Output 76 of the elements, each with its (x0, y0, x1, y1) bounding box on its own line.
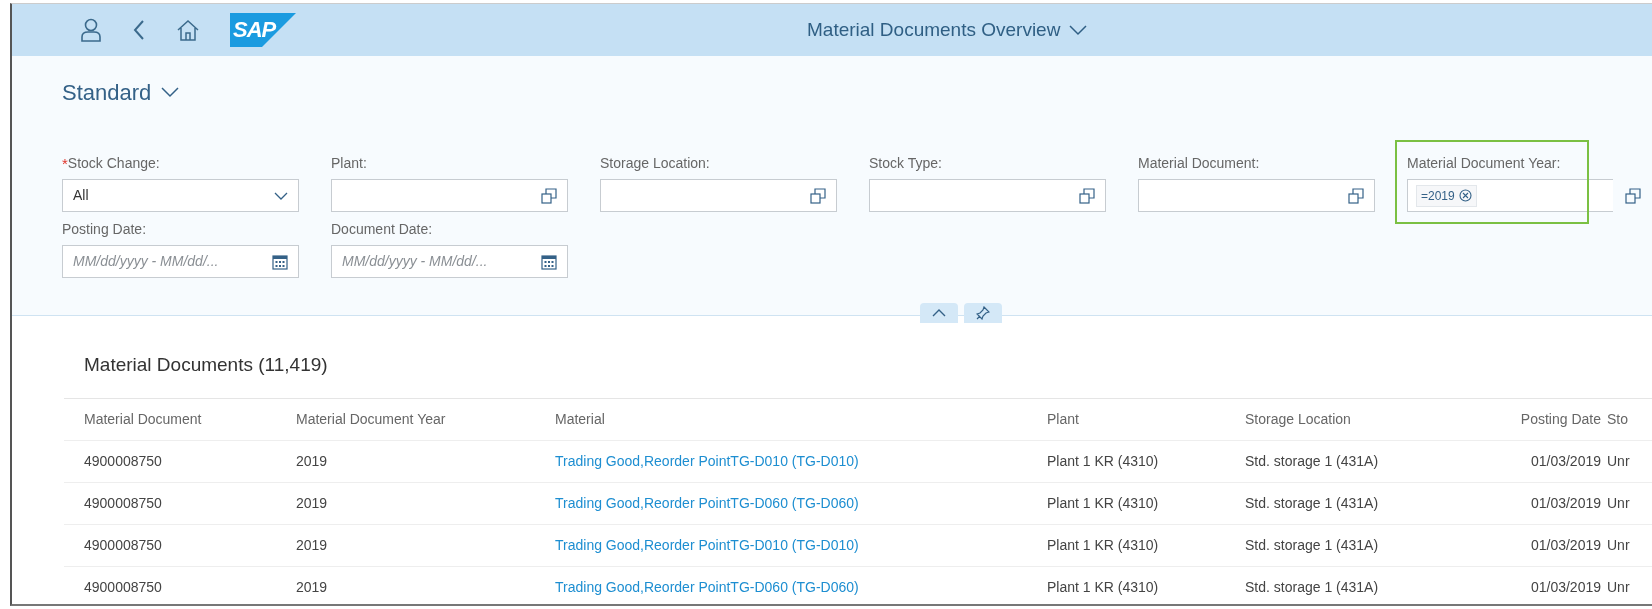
date-placeholder: MM/dd/yyyy - MM/dd/... (342, 252, 488, 271)
table-cell-text: 4900008750 (84, 536, 163, 555)
caret-icon[interactable] (274, 191, 288, 200)
home-icon[interactable] (176, 19, 200, 41)
table-cell-text: Unr (1607, 494, 1631, 513)
variant-title[interactable]: Standard (62, 76, 152, 109)
select-field[interactable]: All (62, 179, 299, 212)
back-icon[interactable] (132, 19, 146, 41)
table-cell-text: Plant 1 KR (4310) (1047, 578, 1160, 597)
table-cell-text: 2019 (296, 452, 329, 471)
column-header[interactable]: Material Document Year (296, 409, 555, 430)
date-range-field[interactable]: MM/dd/yyyy - MM/dd/... (62, 245, 299, 278)
filter-label: Storage Location: (600, 153, 710, 173)
table-cell-text: 01/03/2019 (1529, 578, 1602, 597)
column-header[interactable]: Plant (1047, 409, 1245, 430)
value-help-icon[interactable] (1348, 187, 1364, 204)
pin-button[interactable] (964, 303, 1002, 323)
column-header[interactable]: Posting Date (1459, 409, 1607, 430)
table-cell-text: Plant 1 KR (4310) (1047, 536, 1160, 555)
value-help-icon[interactable] (541, 187, 557, 204)
table-title: Material Documents (11,419) (83, 353, 329, 377)
filter-label: Stock Change: (67, 153, 160, 173)
input-field[interactable] (869, 179, 1106, 212)
material-link[interactable]: Trading Good,Reorder PointTG-D010 (TG-D010) (555, 535, 1047, 556)
material-link[interactable]: Trading Good,Reorder PointTG-D060 (TG-D060) (555, 577, 1047, 598)
chevron-down-icon[interactable] (1068, 24, 1089, 37)
input-field[interactable] (600, 179, 837, 212)
filter-label: Material Document Year: (1407, 153, 1561, 173)
logo-text: SAP (233, 17, 276, 43)
table-cell-text: 4900008750 (84, 494, 163, 513)
date-range-field[interactable]: MM/dd/yyyy - MM/dd/... (331, 245, 568, 278)
table-cell-text: 01/03/2019 (1529, 536, 1602, 555)
column-header[interactable]: Storage Location (1245, 409, 1459, 430)
filter-label: Posting Date: (62, 219, 147, 239)
filter-label: Document Date: (331, 219, 433, 239)
material-link[interactable]: Trading Good,Reorder PointTG-D060 (TG-D060) (555, 493, 1047, 514)
table-cell-text: Plant 1 KR (4310) (1047, 452, 1160, 471)
table-cell-text: 4900008750 (84, 452, 163, 471)
value-help-icon[interactable] (810, 187, 826, 204)
table-cell-text: Unr (1607, 578, 1631, 597)
chevron-up-icon (932, 309, 946, 317)
table-cell-text: 2019 (296, 536, 329, 555)
user-icon[interactable] (80, 18, 102, 42)
select-value: All (73, 186, 89, 205)
column-header[interactable]: Material (555, 409, 1047, 430)
table-cell-text: Std. storage 1 (431A) (1245, 494, 1380, 513)
table-cell-text: Plant 1 KR (4310) (1047, 494, 1160, 513)
material-link[interactable]: Trading Good,Reorder PointTG-D010 (TG-D010) (555, 451, 1047, 472)
required-marker: * (62, 155, 68, 171)
table-cell-text: 01/03/2019 (1529, 494, 1602, 513)
chevron-down-icon[interactable] (161, 87, 180, 98)
input-field[interactable] (1138, 179, 1375, 212)
calendar-icon[interactable] (541, 253, 557, 270)
input-field[interactable] (331, 179, 568, 212)
filter-label: Plant: (331, 153, 367, 173)
table-cell-text: Unr (1607, 536, 1631, 555)
table-cell-text: 2019 (296, 494, 329, 513)
filter-token[interactable]: =2019 (1416, 184, 1477, 207)
filter-label: Material Document: (1138, 153, 1260, 173)
app-title[interactable]: Material Documents Overview (807, 16, 1061, 45)
column-header[interactable]: Sto (1607, 409, 1652, 430)
table-cell-text: Std. storage 1 (431A) (1245, 452, 1380, 471)
table-cell-text: 4900008750 (84, 578, 163, 597)
value-help-icon[interactable] (1079, 187, 1095, 204)
column-header[interactable]: Material Document (84, 409, 296, 430)
table-cell-text: Std. storage 1 (431A) (1245, 578, 1380, 597)
table-cell-text: Std. storage 1 (431A) (1245, 536, 1380, 555)
pin-icon (976, 306, 990, 320)
calendar-icon[interactable] (272, 253, 288, 270)
table-cell-text: 2019 (296, 578, 329, 597)
remove-icon[interactable] (1458, 189, 1472, 202)
table-cell-text: 01/03/2019 (1529, 452, 1602, 471)
value-help-icon[interactable] (1625, 187, 1641, 204)
date-placeholder: MM/dd/yyyy - MM/dd/... (73, 252, 219, 271)
filter-label: Stock Type: (869, 153, 942, 173)
table-cell-text: Unr (1607, 452, 1631, 471)
